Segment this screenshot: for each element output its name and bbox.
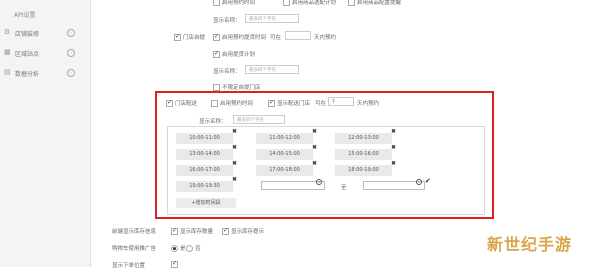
time-slot[interactable]: 10:00-11:00: [176, 133, 233, 144]
stock-tip-option[interactable]: 显示库存提示: [222, 227, 264, 235]
time-slot[interactable]: 12:00-13:00: [335, 133, 392, 144]
cart-ad-no[interactable]: 否: [186, 244, 201, 252]
clear-icon[interactable]: ×: [416, 179, 422, 185]
sidebar-item-label: 区域站点: [15, 51, 40, 58]
display-name-input-2[interactable]: 最多四个字符: [245, 65, 299, 74]
checkbox[interactable]: [213, 0, 220, 6]
remove-icon[interactable]: ✖: [391, 161, 396, 167]
checkbox[interactable]: [222, 227, 229, 235]
sidebar-item-label: 店铺装修: [15, 31, 40, 38]
chevron-icon: ›: [67, 29, 75, 37]
store-pickup-option[interactable]: 门店自提: [174, 33, 205, 41]
remove-icon[interactable]: ✖: [232, 145, 237, 151]
stock-quantity-option[interactable]: 显示库存数量: [171, 227, 213, 235]
time-slot[interactable]: 16:00-17:00: [176, 165, 233, 176]
checkbox[interactable]: [268, 99, 275, 107]
remove-icon[interactable]: ✖: [391, 145, 396, 151]
gear-icon: ⚙: [4, 28, 11, 36]
time-slot[interactable]: 17:00-18:00: [256, 165, 313, 176]
pickup-advance-option[interactable]: 启用预约提货时间: [213, 33, 266, 41]
remove-icon[interactable]: ✖: [232, 177, 237, 183]
pickup-advance-prefix: 可在: [270, 35, 282, 41]
sidebar-item-store-decoration[interactable]: ⚙ 店铺装修 ›: [0, 26, 90, 40]
time-slot[interactable]: 13:00-14:00: [176, 149, 233, 160]
delivery-advance-suffix: 天内预约: [357, 101, 380, 107]
checkbox[interactable]: [283, 0, 290, 6]
time-slot[interactable]: 11:00-12:00: [256, 133, 313, 144]
remove-icon[interactable]: ✖: [312, 129, 317, 135]
sidebar-title: API设置: [14, 12, 36, 19]
remove-icon[interactable]: ✖: [391, 129, 396, 135]
order-position-label: 显示下单位置: [112, 263, 146, 269]
remove-icon[interactable]: ✖: [232, 129, 237, 135]
chevron-icon: ›: [67, 69, 75, 77]
display-name-input-3[interactable]: 最多四个字符: [233, 115, 285, 124]
stock-info-label: 前端显示库存信息: [112, 229, 157, 235]
grid-icon: ▦: [4, 48, 11, 56]
pickup-advance-days-input[interactable]: [285, 31, 311, 40]
store-delivery-option[interactable]: 门店配送: [166, 99, 197, 107]
pickup-advance-suffix: 天内预约: [314, 35, 337, 41]
cart-ad-yes[interactable]: 是: [171, 244, 186, 252]
delivery-advance-days-input[interactable]: 7: [328, 97, 354, 106]
range-separator: 至: [341, 185, 347, 191]
display-name-label-2: 显示名称：: [213, 69, 241, 75]
delivery-store-option[interactable]: 显示配送门店: [268, 99, 310, 107]
pickup-plan-option[interactable]: 启用提货计划: [213, 50, 255, 58]
option-reserve-time[interactable]: 启用预约时间: [213, 0, 255, 6]
time-slot[interactable]: 18:00-19:00: [335, 165, 392, 176]
watermark-logo: 新世纪手游: [487, 235, 573, 254]
chart-icon: ▤: [4, 68, 11, 76]
time-slot[interactable]: 15:00-16:00: [335, 149, 392, 160]
remove-icon[interactable]: ✖: [312, 145, 317, 151]
time-slot[interactable]: 19:00-19:30: [176, 181, 233, 192]
display-name-label-3: 显示名称：: [199, 119, 227, 125]
chevron-icon: ›: [67, 49, 75, 57]
sidebar: API设置 ⚙ 店铺装修 › ▦ 区域站点 › ▤ 数据分析 ›: [0, 0, 91, 267]
display-name-label-1: 显示名称：: [213, 18, 241, 24]
time-slot[interactable]: 14:00-15:00: [256, 149, 313, 160]
radio[interactable]: [186, 245, 193, 252]
option-goods-reminder[interactable]: 启用商品配置提醒: [348, 0, 401, 6]
delivery-advance-prefix: 可在: [315, 101, 327, 107]
checkbox[interactable]: [213, 33, 220, 41]
clear-icon[interactable]: ×: [316, 179, 322, 185]
checkbox[interactable]: [174, 33, 181, 41]
option-goods-plan[interactable]: 启用商品选配计划: [283, 0, 336, 6]
no-store-limit-option[interactable]: 不限定自提门店: [213, 83, 261, 91]
checkbox[interactable]: [166, 99, 173, 107]
cart-ad-label: 购物车使用推广告: [112, 246, 157, 252]
confirm-icon[interactable]: ✔: [425, 177, 431, 185]
sidebar-item-data-analysis[interactable]: ▤ 数据分析 ›: [0, 66, 90, 80]
display-name-input-1[interactable]: 最多四个字符: [245, 14, 299, 23]
checkbox[interactable]: [348, 0, 355, 6]
add-time-slot-button[interactable]: +增加时间段: [176, 198, 236, 208]
radio[interactable]: [171, 245, 178, 252]
checkbox[interactable]: [213, 50, 220, 58]
sidebar-item-label: 数据分析: [15, 71, 40, 78]
delivery-time-option[interactable]: 启用预约时间: [211, 99, 253, 107]
remove-icon[interactable]: ✖: [232, 161, 237, 167]
checkbox[interactable]: [211, 100, 218, 107]
remove-icon[interactable]: ✖: [312, 161, 317, 167]
sidebar-item-region-site[interactable]: ▦ 区域站点 ›: [0, 46, 90, 60]
checkbox[interactable]: [171, 227, 178, 235]
checkbox[interactable]: [213, 84, 220, 91]
